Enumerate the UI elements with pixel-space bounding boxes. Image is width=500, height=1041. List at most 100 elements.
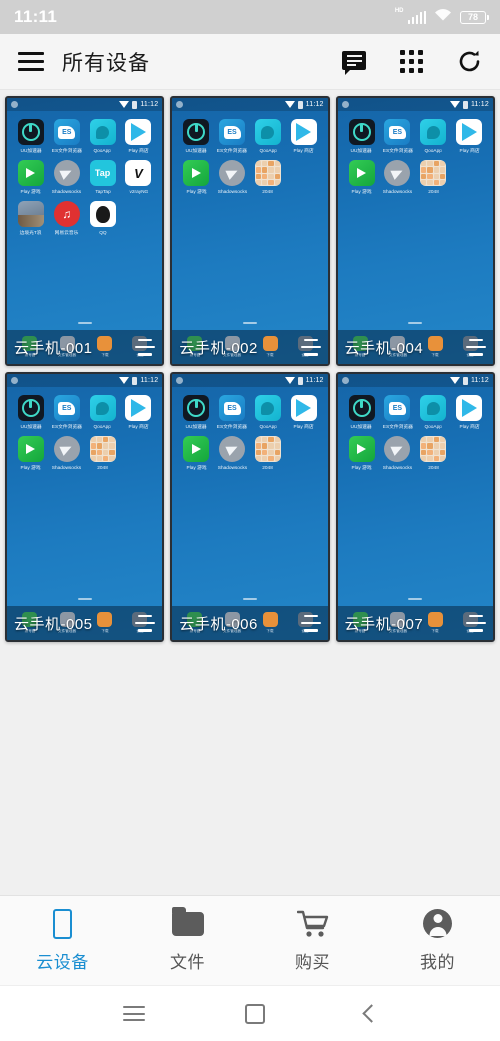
google-play-icon[interactable]: [125, 119, 152, 145]
taptap-icon[interactable]: Tap: [89, 160, 116, 186]
device-card[interactable]: 11:12 UU加速器 ES文件浏览器 QooApp Play 商店 Play …: [335, 96, 495, 366]
app-item[interactable]: Play 商店: [286, 119, 322, 154]
es-file-explorer-icon[interactable]: [384, 119, 411, 145]
app-item[interactable]: ♫ 网易云音乐: [49, 201, 85, 236]
app-item[interactable]: UU加速器: [344, 395, 380, 430]
refresh-icon[interactable]: [457, 49, 482, 74]
app-item[interactable]: Play 游戏: [344, 436, 380, 471]
grid-view-icon[interactable]: [400, 50, 423, 73]
app-item[interactable]: UU加速器: [178, 395, 214, 430]
google-play-icon[interactable]: [456, 119, 483, 145]
es-file-explorer-icon[interactable]: [384, 395, 411, 421]
2048-game-icon[interactable]: [254, 436, 281, 462]
device-card[interactable]: 11:12 UU加速器 ES文件浏览器 QooApp Play 商店 Play …: [5, 96, 165, 366]
app-item[interactable]: 2048: [85, 436, 121, 471]
recent-apps-icon[interactable]: [122, 1006, 145, 1021]
google-play-icon[interactable]: [456, 395, 483, 421]
netease-music-icon[interactable]: ♫: [53, 201, 80, 227]
shadowsocks-icon[interactable]: [384, 160, 411, 186]
qooapp-icon[interactable]: [420, 119, 447, 145]
tab-profile[interactable]: 我的: [375, 909, 500, 973]
es-file-explorer-icon[interactable]: [219, 395, 246, 421]
app-item[interactable]: Play 游戏: [13, 436, 49, 471]
play-games-icon[interactable]: [17, 160, 44, 186]
app-item[interactable]: QQ: [85, 201, 121, 236]
app-item[interactable]: Play 商店: [120, 395, 156, 430]
app-item[interactable]: 2048: [415, 160, 451, 195]
qooapp-icon[interactable]: [254, 119, 281, 145]
device-menu-icon[interactable]: [465, 338, 486, 356]
device-menu-icon[interactable]: [135, 338, 156, 356]
app-item[interactable]: UU加速器: [13, 119, 49, 154]
app-item[interactable]: ES文件浏览器: [214, 119, 250, 154]
app-item[interactable]: Shadowsocks: [49, 436, 85, 471]
play-games-icon[interactable]: [183, 160, 210, 186]
device-menu-icon[interactable]: [300, 338, 321, 356]
device-card[interactable]: 11:12 UU加速器 ES文件浏览器 QooApp Play 商店 Play …: [170, 96, 330, 366]
app-item[interactable]: Shadowsocks: [214, 160, 250, 195]
app-item[interactable]: QooApp: [85, 395, 121, 430]
app-item[interactable]: ES文件浏览器: [379, 119, 415, 154]
app-item[interactable]: UU加速器: [344, 119, 380, 154]
app-item[interactable]: Play 商店: [286, 395, 322, 430]
qooapp-icon[interactable]: [89, 395, 116, 421]
2048-game-icon[interactable]: [420, 436, 447, 462]
qq-icon[interactable]: [89, 201, 116, 227]
app-item[interactable]: Play 商店: [120, 119, 156, 154]
app-item[interactable]: Tap TapTap: [85, 160, 121, 195]
app-item[interactable]: Play 游戏: [178, 436, 214, 471]
app-item[interactable]: Play 游戏: [344, 160, 380, 195]
app-item[interactable]: 边境光T浪: [13, 201, 49, 236]
app-item[interactable]: QooApp: [85, 119, 121, 154]
app-item[interactable]: ES文件浏览器: [49, 119, 85, 154]
shadowsocks-icon[interactable]: [53, 160, 80, 186]
app-item[interactable]: Shadowsocks: [379, 160, 415, 195]
2048-game-icon[interactable]: [420, 160, 447, 186]
app-item[interactable]: Shadowsocks: [214, 436, 250, 471]
play-games-icon[interactable]: [348, 436, 375, 462]
app-item[interactable]: Play 游戏: [178, 160, 214, 195]
uu-accelerator-icon[interactable]: [348, 395, 375, 421]
app-item[interactable]: 2048: [250, 160, 286, 195]
play-games-icon[interactable]: [183, 436, 210, 462]
app-item[interactable]: 2048: [415, 436, 451, 471]
qooapp-icon[interactable]: [420, 395, 447, 421]
device-card[interactable]: 11:12 UU加速器 ES文件浏览器 QooApp Play 商店 Play …: [5, 372, 165, 642]
app-item[interactable]: QooApp: [415, 395, 451, 430]
app-item[interactable]: UU加速器: [178, 119, 214, 154]
play-games-icon[interactable]: [17, 436, 44, 462]
es-file-explorer-icon[interactable]: [53, 119, 80, 145]
app-item[interactable]: Play 商店: [451, 395, 487, 430]
app-item[interactable]: QooApp: [415, 119, 451, 154]
uu-accelerator-icon[interactable]: [17, 119, 44, 145]
app-item[interactable]: Play 商店: [451, 119, 487, 154]
device-menu-icon[interactable]: [300, 614, 321, 632]
google-play-icon[interactable]: [290, 395, 317, 421]
uu-accelerator-icon[interactable]: [17, 395, 44, 421]
play-games-icon[interactable]: [348, 160, 375, 186]
device-card[interactable]: 11:12 UU加速器 ES文件浏览器 QooApp Play 商店 Play …: [170, 372, 330, 642]
v2rayng-icon[interactable]: V: [125, 160, 152, 186]
app-item[interactable]: Shadowsocks: [49, 160, 85, 195]
shadowsocks-icon[interactable]: [384, 436, 411, 462]
back-icon[interactable]: [361, 1004, 381, 1023]
hamburger-menu-icon[interactable]: [18, 52, 44, 71]
device-menu-icon[interactable]: [465, 614, 486, 632]
shadowsocks-icon[interactable]: [53, 436, 80, 462]
app-item[interactable]: QooApp: [250, 119, 286, 154]
app-item[interactable]: Shadowsocks: [379, 436, 415, 471]
google-play-icon[interactable]: [290, 119, 317, 145]
2048-game-icon[interactable]: [254, 160, 281, 186]
app-item[interactable]: ES文件浏览器: [49, 395, 85, 430]
app-item[interactable]: ES文件浏览器: [214, 395, 250, 430]
google-play-icon[interactable]: [125, 395, 152, 421]
app-item[interactable]: QooApp: [250, 395, 286, 430]
qooapp-icon[interactable]: [254, 395, 281, 421]
qooapp-icon[interactable]: [89, 119, 116, 145]
es-file-explorer-icon[interactable]: [219, 119, 246, 145]
home-icon[interactable]: [244, 1003, 265, 1024]
2048-game-icon[interactable]: [89, 436, 116, 462]
uu-accelerator-icon[interactable]: [348, 119, 375, 145]
shadowsocks-icon[interactable]: [219, 436, 246, 462]
app-item[interactable]: 2048: [250, 436, 286, 471]
